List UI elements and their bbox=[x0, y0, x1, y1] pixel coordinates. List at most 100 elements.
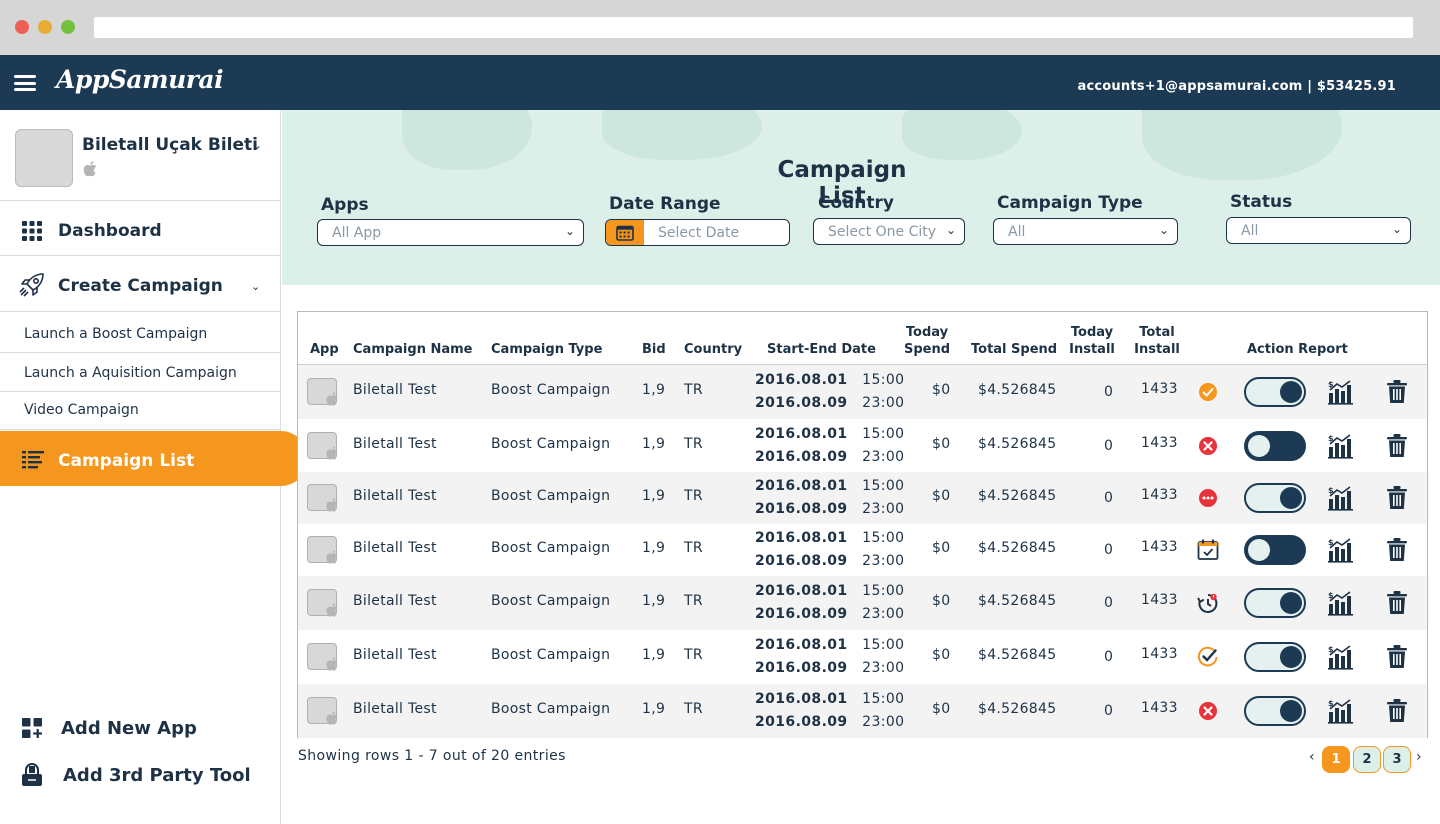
end-time: 23:00 bbox=[862, 714, 905, 730]
table-row[interactable]: Biletall Test Boost Campaign 1,9 TR 2016.08.… bbox=[298, 365, 1427, 419]
campaign-name[interactable]: Biletall Test bbox=[353, 701, 437, 717]
bid: 1,9 bbox=[642, 647, 666, 663]
campaign-active-toggle[interactable] bbox=[1244, 535, 1306, 565]
table-row[interactable]: Biletall Test Boost Campaign 1,9 TR 2016.08.… bbox=[298, 576, 1427, 630]
report-chart-icon[interactable]: $ bbox=[1328, 485, 1354, 511]
report-chart-icon[interactable]: $ bbox=[1328, 379, 1354, 405]
app-logo[interactable]: AppSamurai bbox=[56, 65, 224, 94]
today-spend: $0 bbox=[932, 701, 951, 717]
hamburger-menu-icon[interactable] bbox=[14, 75, 36, 91]
scheduled-calendar-icon[interactable] bbox=[1197, 539, 1219, 561]
campaign-active-toggle[interactable] bbox=[1244, 588, 1306, 618]
close-window-button[interactable] bbox=[15, 20, 29, 34]
campaign-active-toggle[interactable] bbox=[1244, 377, 1306, 407]
today-spend: $0 bbox=[932, 593, 951, 609]
campaign-name[interactable]: Biletall Test bbox=[353, 436, 437, 452]
end-datetime: 2016.08.09 23:00 bbox=[755, 498, 905, 521]
campaign-name[interactable]: Biletall Test bbox=[353, 382, 437, 398]
trash-icon[interactable] bbox=[1386, 486, 1408, 510]
trash-icon[interactable] bbox=[1386, 699, 1408, 723]
sidebar-item-campaign-list[interactable]: Campaign List bbox=[0, 431, 308, 486]
country-filter-select[interactable]: Select One City ⌄ bbox=[813, 218, 965, 245]
campaign-name[interactable]: Biletall Test bbox=[353, 647, 437, 663]
table-row[interactable]: Biletall Test Boost Campaign 1,9 TR 2016.08.… bbox=[298, 524, 1427, 576]
previous-page-icon[interactable]: ‹ bbox=[1309, 749, 1315, 765]
toggle-knob bbox=[1280, 592, 1302, 614]
start-date: 2016.08.01 bbox=[755, 372, 848, 388]
app-selector[interactable]: Biletall Uçak Bileti ⌄ bbox=[0, 110, 281, 201]
campaign-name[interactable]: Biletall Test bbox=[353, 540, 437, 556]
trash-icon[interactable] bbox=[1386, 591, 1408, 615]
sidebar-item-create-campaign[interactable]: Create Campaign ⌄ bbox=[0, 256, 281, 312]
status-filter-select[interactable]: All ⌄ bbox=[1226, 217, 1411, 244]
trash-icon[interactable] bbox=[1386, 433, 1408, 458]
calendar-icon[interactable] bbox=[606, 220, 644, 245]
bid: 1,9 bbox=[642, 382, 666, 398]
campaign-active-toggle[interactable] bbox=[1244, 430, 1306, 461]
campaign-active-toggle[interactable] bbox=[1244, 696, 1306, 726]
report-chart-icon[interactable]: $ bbox=[1328, 433, 1354, 459]
country: TR bbox=[684, 488, 703, 504]
grid-icon bbox=[22, 221, 42, 241]
campaign-name[interactable]: Biletall Test bbox=[353, 593, 437, 609]
trash-icon[interactable] bbox=[1386, 380, 1408, 404]
report-chart-icon[interactable]: $ bbox=[1328, 644, 1354, 670]
error-circle-icon[interactable] bbox=[1197, 435, 1219, 457]
svg-text:$: $ bbox=[1328, 380, 1334, 389]
completed-check-icon[interactable] bbox=[1197, 646, 1219, 668]
chevron-down-icon: ⌄ bbox=[564, 224, 575, 238]
date-range-picker[interactable]: Select Date bbox=[605, 219, 790, 246]
sidebar-subitem-label: Launch a Aquisition Campaign bbox=[24, 365, 237, 381]
background-map-shape bbox=[902, 110, 1022, 160]
end-datetime: 2016.08.09 23:00 bbox=[755, 711, 905, 734]
start-time: 15:00 bbox=[862, 425, 905, 442]
chevron-down-icon[interactable]: ⌄ bbox=[251, 280, 260, 293]
start-datetime: 2016.08.01 15:00 bbox=[755, 369, 905, 392]
pending-dots-icon[interactable] bbox=[1197, 487, 1219, 509]
campaign-active-toggle[interactable] bbox=[1244, 642, 1306, 672]
error-circle-icon[interactable] bbox=[1197, 700, 1219, 722]
campaign-active-toggle[interactable] bbox=[1244, 483, 1306, 513]
column-header-campaign-name: Campaign Name bbox=[353, 342, 473, 357]
page-button-1[interactable]: 1 bbox=[1322, 746, 1350, 773]
address-bar[interactable] bbox=[94, 17, 1413, 38]
trash-icon[interactable] bbox=[1386, 538, 1408, 562]
campaign-type-filter-select[interactable]: All ⌄ bbox=[993, 218, 1178, 245]
apple-icon bbox=[325, 445, 339, 461]
timer-alert-icon[interactable] bbox=[1197, 592, 1219, 614]
end-date: 2016.08.09 bbox=[755, 448, 848, 465]
sidebar-subitem-video-campaign[interactable]: Video Campaign bbox=[0, 392, 281, 430]
campaign-type: Boost Campaign bbox=[491, 540, 611, 556]
apple-icon bbox=[325, 497, 339, 513]
column-header-bid: Bid bbox=[642, 342, 666, 357]
next-page-icon[interactable]: › bbox=[1416, 749, 1422, 765]
report-chart-icon[interactable]: $ bbox=[1328, 537, 1354, 563]
table-row[interactable]: Biletall Test Boost Campaign 1,9 TR 2016.08.… bbox=[298, 684, 1427, 738]
check-circle-icon[interactable] bbox=[1197, 381, 1219, 403]
table-row[interactable]: Biletall Test Boost Campaign 1,9 TR 2016.08.… bbox=[298, 630, 1427, 684]
sidebar-subitem-boost-campaign[interactable]: Launch a Boost Campaign bbox=[0, 312, 281, 353]
page-button-2[interactable]: 2 bbox=[1353, 746, 1381, 773]
end-date: 2016.08.09 bbox=[755, 395, 848, 411]
report-chart-icon[interactable]: $ bbox=[1328, 698, 1354, 724]
trash-icon[interactable] bbox=[1386, 645, 1408, 669]
page-button-3[interactable]: 3 bbox=[1383, 746, 1411, 773]
account-info[interactable]: accounts+1@appsamurai.com | $53425.91 bbox=[1078, 79, 1396, 94]
apps-filter-select[interactable]: All App ⌄ bbox=[317, 219, 584, 246]
report-chart-icon[interactable]: $ bbox=[1328, 590, 1354, 616]
sidebar-item-dashboard[interactable]: Dashboard bbox=[0, 201, 281, 256]
maximize-window-button[interactable] bbox=[61, 20, 75, 34]
campaign-name[interactable]: Biletall Test bbox=[353, 488, 437, 504]
date-range-placeholder: Select Date bbox=[658, 225, 740, 241]
column-header-country: Country bbox=[684, 342, 743, 357]
table-row[interactable]: Biletall Test Boost Campaign 1,9 TR 2016.08.… bbox=[298, 419, 1427, 472]
minimize-window-button[interactable] bbox=[38, 20, 52, 34]
add-third-party-tool-button[interactable]: Add 3rd Party Tool bbox=[0, 757, 281, 797]
add-new-app-button[interactable]: Add New App bbox=[0, 710, 281, 750]
end-datetime: 2016.08.09 23:00 bbox=[755, 657, 905, 680]
column-header-line: Total bbox=[1139, 325, 1175, 340]
sidebar-subitem-aquisition-campaign[interactable]: Launch a Aquisition Campaign bbox=[0, 353, 281, 392]
chevron-down-icon[interactable]: ⌄ bbox=[252, 138, 262, 152]
table-row[interactable]: Biletall Test Boost Campaign 1,9 TR 2016.08.… bbox=[298, 472, 1427, 524]
start-end-date: 2016.08.01 15:00 2016.08.09 23:00 bbox=[755, 527, 905, 573]
